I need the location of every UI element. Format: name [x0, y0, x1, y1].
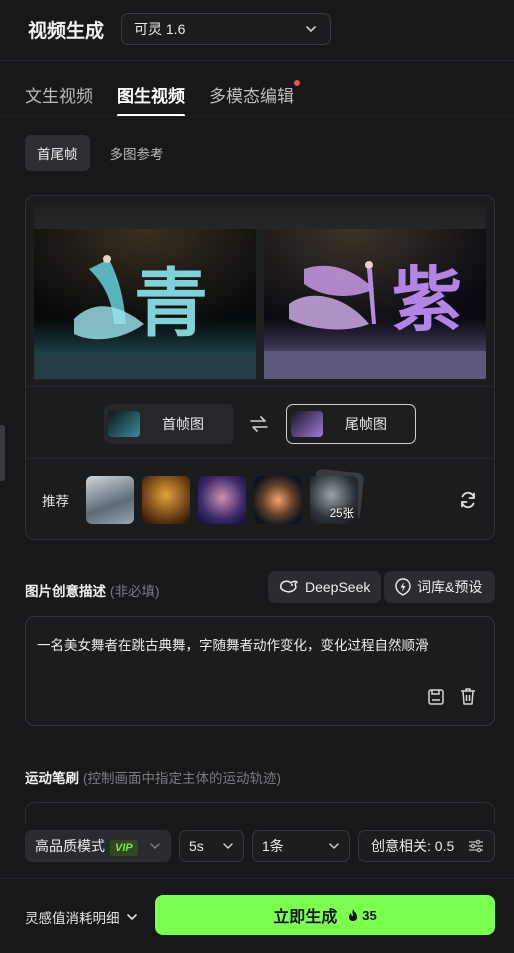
generate-label: 立即生成	[273, 909, 338, 926]
prompt-section-title: 图片创意描述 (非必填)	[25, 580, 160, 600]
recommend-thumb-2[interactable]	[142, 476, 190, 524]
first-frame-button[interactable]: 首帧图	[104, 404, 234, 444]
recommend-thumb-1[interactable]	[86, 476, 134, 524]
frame-preview-area[interactable]: 青 紫	[34, 205, 486, 381]
prompt-title: 图片创意描述	[25, 584, 106, 599]
tab-text-to-video[interactable]: 文生视频	[25, 82, 93, 117]
footer-divider	[0, 878, 514, 879]
recommend-more-thumb[interactable]: 25张	[310, 476, 358, 524]
first-frame-label: 首帧图	[162, 416, 204, 432]
generate-button[interactable]: 立即生成 35	[155, 895, 495, 935]
first-frame-image[interactable]: 青	[34, 229, 256, 379]
last-frame-char: 紫	[392, 262, 462, 340]
first-frame-illustration: 青	[34, 229, 256, 379]
tab-multimodal-edit[interactable]: 多模态编辑	[209, 80, 300, 117]
model-select[interactable]: 可灵 1.6	[121, 13, 331, 45]
first-frame-char: 青	[134, 264, 208, 346]
prompt-textarea[interactable]	[25, 616, 495, 726]
sliders-icon	[469, 839, 483, 853]
library-preset-label: 词库&预设	[417, 579, 483, 595]
subtabs: 首尾帧 多图参考	[25, 135, 176, 171]
recommend-label: 推荐	[42, 494, 69, 509]
count-select[interactable]: 1条	[252, 830, 350, 862]
last-frame-thumb	[291, 411, 323, 437]
cost-group: 35	[347, 907, 377, 923]
deepseek-button[interactable]: DeepSeek	[268, 571, 382, 603]
trash-icon[interactable]	[459, 687, 477, 706]
lightning-icon	[395, 578, 411, 596]
creativity-value: 创意相关: 0.5	[371, 838, 455, 854]
library-preset-button[interactable]: 词库&预设	[384, 571, 495, 603]
creativity-settings[interactable]: 创意相关: 0.5	[358, 830, 495, 862]
chevron-down-icon	[150, 843, 160, 850]
first-frame-thumb	[108, 411, 140, 437]
deepseek-label: DeepSeek	[305, 579, 371, 595]
chevron-down-icon	[126, 914, 137, 921]
generate-cost: 35	[362, 907, 377, 923]
motion-section-title: 运动笔刷 (控制画面中指定主体的运动轨迹)	[25, 767, 281, 787]
recommend-count-badge: 25张	[329, 508, 354, 520]
model-select-value: 可灵 1.6	[134, 21, 186, 37]
prompt-text: 一名美女舞者在跳古典舞，字随舞者动作变化，变化过程自然顺滑	[37, 638, 429, 653]
flame-icon	[349, 909, 358, 921]
duration-value: 5s	[189, 838, 204, 854]
motion-title: 运动笔刷	[25, 771, 79, 786]
duration-select[interactable]: 5s	[179, 830, 244, 862]
header-divider	[0, 60, 514, 61]
subtab-first-last-frame[interactable]: 首尾帧	[25, 135, 90, 171]
count-value: 1条	[262, 838, 284, 854]
motion-hint: (控制画面中指定主体的运动轨迹)	[83, 771, 281, 786]
notification-dot	[294, 80, 300, 86]
subtab-multi-image-reference[interactable]: 多图参考	[98, 135, 176, 171]
recommend-thumb-4[interactable]	[254, 476, 302, 524]
chevron-down-icon	[306, 26, 316, 33]
page-title: 视频生成	[28, 21, 105, 42]
quality-mode-value: 高品质模式 VIP	[35, 836, 138, 856]
prompt-hint: (非必填)	[110, 584, 160, 599]
swap-icon[interactable]	[249, 415, 269, 433]
last-frame-button[interactable]: 尾帧图	[286, 404, 416, 444]
mode-tabs: 文生视频 图生视频 多模态编辑	[25, 80, 300, 117]
recommend-thumb-3[interactable]	[198, 476, 246, 524]
credit-details-toggle[interactable]: 灵感值消耗明细	[25, 907, 138, 927]
last-frame-image[interactable]: 紫	[264, 229, 486, 379]
deepseek-icon	[280, 580, 299, 593]
quality-mode-label: 高品质模式	[35, 838, 105, 854]
credit-label: 灵感值消耗明细	[25, 911, 120, 926]
save-icon[interactable]	[427, 688, 445, 706]
last-frame-illustration: 紫	[264, 229, 486, 379]
chevron-down-icon	[329, 843, 339, 850]
tabs-divider	[0, 116, 514, 117]
vip-badge: VIP	[110, 840, 138, 856]
chevron-down-icon	[223, 843, 233, 850]
tab-image-to-video[interactable]: 图生视频	[117, 82, 185, 117]
tab-multimodal-edit-label: 多模态编辑	[209, 87, 294, 106]
refresh-icon[interactable]	[458, 490, 478, 510]
frame-controls: 首帧图 尾帧图	[26, 386, 494, 459]
last-frame-label: 尾帧图	[345, 416, 387, 432]
side-handle[interactable]	[0, 425, 5, 481]
quality-mode-select[interactable]: 高品质模式 VIP	[25, 830, 171, 862]
